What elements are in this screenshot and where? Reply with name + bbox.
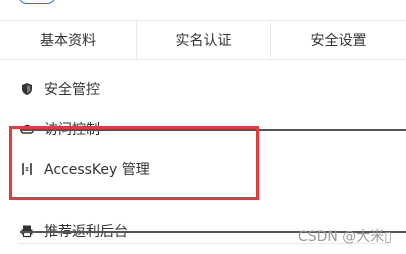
- shield-icon: [20, 82, 34, 96]
- watermark: CSDN @大米▯: [297, 229, 392, 245]
- security-menu: 安全管控 访问控制 AccessKey 管理 推荐返利后台: [0, 70, 406, 240]
- tab-basic-info[interactable]: 基本资料: [0, 21, 136, 59]
- highlight-box: [9, 126, 259, 200]
- tab-real-name-auth[interactable]: 实名认证: [136, 21, 270, 59]
- page: 基本资料 实名认证 安全设置 安全管控 访问控制 AccessKey 管理 推荐…: [0, 0, 406, 254]
- menu-item-label: 安全管控: [44, 82, 100, 98]
- menu-item-security-control[interactable]: 安全管控: [20, 78, 100, 100]
- tab-security-settings[interactable]: 安全设置: [270, 21, 406, 59]
- printer-icon: [20, 224, 34, 238]
- top-button-partial[interactable]: [18, 0, 56, 4]
- tab-bar: 基本资料 实名认证 安全设置: [0, 20, 406, 60]
- menu-item-label: 推荐返利后台: [44, 224, 128, 240]
